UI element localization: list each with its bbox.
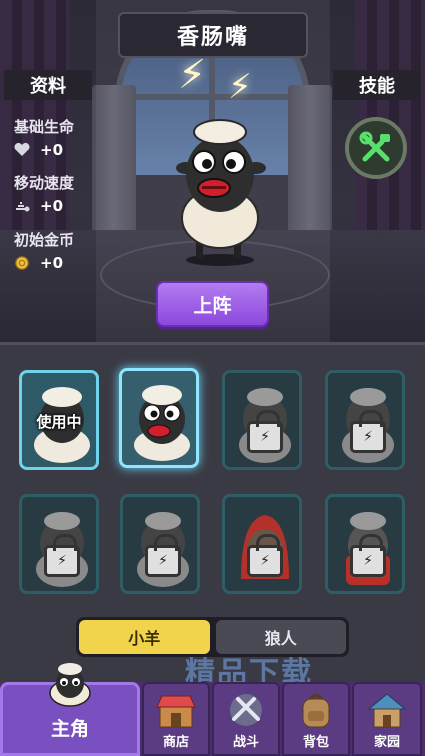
stat-label-health: 基础生命: [14, 118, 75, 136]
stat-label-speed: 移动速度: [14, 174, 75, 192]
lock-icon: ⚡: [247, 410, 283, 453]
info-heading: 资料: [4, 70, 92, 100]
nav-item-home[interactable]: 家园: [352, 682, 422, 756]
battle-icon: [230, 694, 262, 726]
nav-label-home: 家园: [373, 735, 400, 750]
stat-value-coins: +0: [40, 254, 64, 272]
coin-icon: [15, 256, 29, 270]
sausage-mouth-portrait: [134, 385, 190, 461]
character-name-banner: 香肠嘴: [118, 12, 308, 58]
speed-icon: [16, 202, 30, 212]
nav-item-shop[interactable]: 商店: [142, 682, 210, 756]
character-card-locked[interactable]: ⚡: [19, 494, 99, 594]
lock-icon: ⚡: [145, 534, 181, 577]
skill-button[interactable]: [345, 117, 407, 179]
skill-heading: 技能: [333, 70, 421, 100]
stat-label-coins: 初始金币: [14, 231, 75, 249]
heart-icon: [14, 143, 30, 156]
lock-icon: ⚡: [247, 534, 283, 577]
character-card-locked[interactable]: ⚡: [325, 494, 405, 594]
in-use-label: 使用中: [36, 413, 82, 431]
lock-icon: ⚡: [44, 534, 80, 577]
nav-label-shop: 商店: [162, 735, 189, 750]
deploy-button-label: 上阵: [193, 294, 232, 317]
deploy-button[interactable]: 上阵: [156, 281, 269, 327]
character-card[interactable]: 使用中: [19, 370, 99, 470]
nav-item-hero[interactable]: 主角: [0, 663, 140, 756]
character-card-locked[interactable]: ⚡: [222, 370, 302, 470]
sheep-character: [176, 119, 266, 266]
nav-item-backpack[interactable]: 背包: [282, 682, 350, 756]
character-name: 香肠嘴: [176, 25, 249, 50]
info-heading-label: 资料: [30, 76, 66, 97]
character-card-locked[interactable]: ⚡: [222, 494, 302, 594]
wrench-hammer-icon: [359, 131, 390, 162]
nav-item-battle[interactable]: 战斗: [212, 682, 280, 756]
tab-wolf[interactable]: 狼人: [215, 620, 346, 654]
stat-row-health: +0: [14, 141, 63, 159]
faction-tabs: 小羊 狼人: [76, 617, 349, 657]
lock-icon: ⚡: [350, 410, 386, 453]
lock-icon: ⚡: [350, 534, 386, 577]
tab-sheep-label: 小羊: [128, 629, 161, 648]
character-card-locked[interactable]: ⚡: [325, 370, 405, 470]
bottom-nav: 主角 商店 战斗 背包 家园: [0, 663, 425, 756]
tab-wolf-label: 狼人: [264, 629, 297, 648]
stat-value-speed: +0: [40, 197, 64, 215]
stat-row-speed: +0: [14, 197, 63, 215]
nav-label-battle: 战斗: [232, 735, 259, 750]
skill-heading-label: 技能: [359, 76, 395, 97]
nav-label-backpack: 背包: [302, 735, 329, 750]
stat-value-health: +0: [40, 141, 64, 159]
nav-label-hero: 主角: [50, 718, 89, 740]
tab-sheep[interactable]: 小羊: [79, 620, 210, 654]
home-icon: [367, 693, 407, 728]
shop-icon: [156, 695, 196, 728]
backpack-icon: [302, 694, 330, 728]
stat-row-coins: +0: [14, 254, 63, 272]
character-card-locked[interactable]: ⚡: [120, 494, 200, 594]
sheep-icon: [49, 663, 91, 707]
character-card-selected[interactable]: [119, 368, 199, 468]
